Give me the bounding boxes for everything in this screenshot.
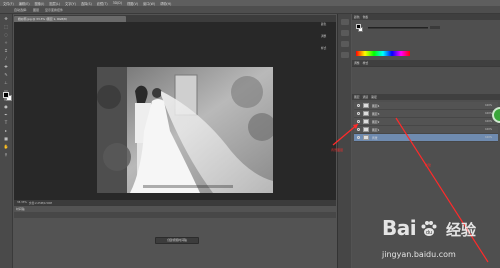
photoshop-window: 文件(F) 编辑(E) 图像(I) 图层(L) 文字(Y) 选择(S) 滤镜(T… [0,0,500,268]
annotation-right-label: 新建 [425,163,432,167]
watermark-brand: Bai [382,216,417,240]
watermark-brand-suffix: 经验 [446,221,477,239]
baidu-paw-icon: du [421,221,437,236]
annotation-left-label: 背景图层 [331,148,344,152]
svg-text:du: du [426,230,432,236]
annotation-arrow-left [332,123,359,146]
watermark-url: jingyan.baidu.com [382,250,456,259]
baidu-jingyan-watermark: Bai du 经验 jingyan.baidu.com [382,216,500,266]
